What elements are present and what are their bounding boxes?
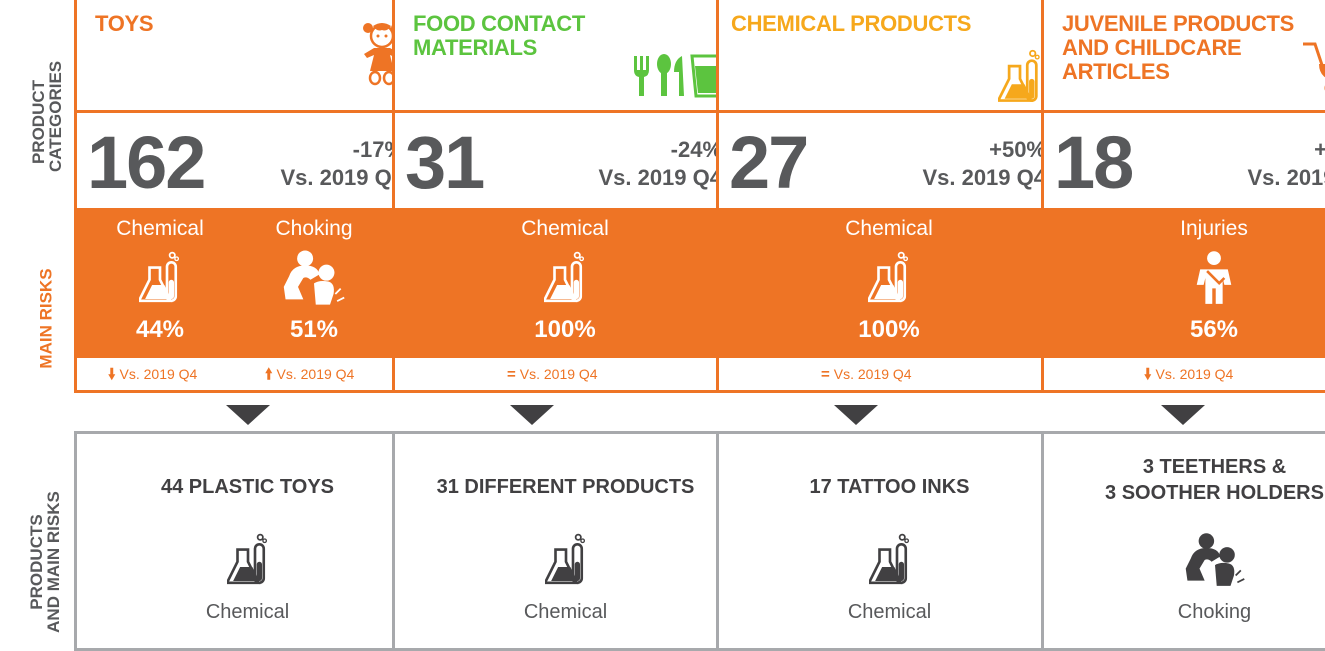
product-risk: Chemical: [523, 601, 608, 623]
risk-name: Injuries: [1180, 217, 1248, 240]
separator: [77, 110, 418, 113]
trend-row: 🠛 Vs. 2019 Q4: [1044, 358, 1325, 390]
change-vs: Vs. 2019 Q4: [598, 165, 722, 190]
risk-chemical: Chemical 100%: [814, 208, 964, 346]
lab-flask-icon: [719, 532, 1060, 588]
category-card: TOYS 162 -17% Vs. 2019 Q4 Chemical 44% C…: [74, 0, 421, 393]
product-risk: Choking: [1177, 601, 1252, 623]
product-title: 31 DIFFERENT PRODUCTS: [436, 476, 695, 498]
notification-count: 31: [405, 121, 485, 204]
change-vs: Vs. 2019 Q4: [1247, 165, 1325, 190]
change-block: +50% Vs. 2019 Q4: [1247, 136, 1325, 192]
risk-percent: 44%: [135, 316, 185, 343]
change-percent: -17%: [352, 137, 404, 162]
risk-injuries: Injuries 56%: [1139, 208, 1289, 346]
product-box: 17 TATTOO INKS Chemical: [716, 431, 1063, 651]
choking-icon: [1044, 532, 1325, 588]
category-title: FOOD CONTACT MATERIALS: [413, 11, 585, 60]
product-title: 44 PLASTIC TOYS: [160, 476, 334, 498]
category-title: JUVENILE PRODUCTS AND CHILDCARE ARTICLES: [1062, 11, 1295, 84]
flow-arrow-icon: [510, 405, 554, 425]
risk-chemical: Chemical 44%: [85, 208, 235, 346]
risk-percent: 100%: [858, 316, 920, 343]
change-block: -24% Vs. 2019 Q4: [598, 136, 722, 192]
trend-equal: = Vs. 2019 Q4: [507, 366, 598, 383]
category-card: JUVENILE PRODUCTS AND CHILDCARE ARTICLES…: [1041, 0, 1325, 393]
trend-row: = Vs. 2019 Q4: [719, 358, 1060, 390]
lab-flask-icon: [490, 244, 640, 312]
risk-name: Chemical: [116, 217, 204, 240]
change-percent: +50%: [1314, 137, 1325, 162]
trend-up: 🠙 Vs. 2019 Q4: [265, 366, 355, 383]
trend-row: = Vs. 2019 Q4: [395, 358, 736, 390]
risk-percent: 51%: [289, 316, 339, 343]
main-risks-band: Injuries 56%: [1044, 208, 1325, 358]
row-label-main-risks: MAIN RISKS: [36, 268, 56, 369]
category-title: TOYS: [95, 11, 154, 36]
category-card: CHEMICAL PRODUCTS 27 +50% Vs. 2019 Q4 Ch…: [716, 0, 1063, 393]
change-percent: -24%: [670, 137, 722, 162]
trend-row: 🠛 Vs. 2019 Q4 🠙 Vs. 2019 Q4: [77, 358, 418, 390]
arrow-down-icon: 🠛: [1144, 366, 1152, 383]
main-risks-band: Chemical 100%: [395, 208, 736, 358]
lab-flask-icon: [395, 532, 736, 588]
risk-choking: Choking 51%: [239, 208, 389, 346]
separator: [1044, 110, 1325, 113]
product-title: 17 TATTOO INKS: [809, 476, 970, 498]
category-box: FOOD CONTACT MATERIALS: [395, 0, 736, 110]
arrow-down-icon: 🠛: [108, 366, 116, 383]
chemistry-icon: [998, 48, 1042, 111]
risk-percent: 56%: [1189, 316, 1239, 343]
stroller-icon: [1301, 34, 1325, 101]
flow-arrow-icon: [1161, 405, 1205, 425]
trend-down: 🠛 Vs. 2019 Q4: [1144, 366, 1234, 383]
change-block: -17% Vs. 2019 Q4: [280, 136, 404, 192]
notification-count: 27: [729, 121, 809, 204]
risk-name: Chemical: [521, 217, 609, 240]
separator: [719, 110, 1060, 113]
product-risk: Chemical: [847, 601, 932, 623]
product-risk: Chemical: [205, 601, 290, 623]
category-title: CHEMICAL PRODUCTS: [731, 11, 972, 36]
lab-flask-icon: [85, 244, 235, 312]
lab-flask-icon: [814, 244, 964, 312]
risk-percent: 100%: [534, 316, 596, 343]
flow-arrow-icon: [834, 405, 878, 425]
row-label-product-categories: PRODUCT CATEGORIES: [29, 60, 65, 172]
equal-icon: =: [821, 366, 830, 383]
lab-flask-icon: [77, 532, 418, 588]
main-risks-band: Chemical 100%: [719, 208, 1060, 358]
product-box: 31 DIFFERENT PRODUCTS Chemical: [392, 431, 739, 651]
change-block: +50% Vs. 2019 Q4: [922, 136, 1046, 192]
risk-chemical: Chemical 100%: [490, 208, 640, 346]
separator: [395, 110, 736, 113]
change-vs: Vs. 2019 Q4: [922, 165, 1046, 190]
notification-count: 162: [87, 121, 206, 204]
arrow-up-icon: 🠙: [265, 366, 273, 383]
product-box: 44 PLASTIC TOYS Chemical: [74, 431, 421, 651]
category-box: TOYS: [77, 0, 418, 110]
category-card: FOOD CONTACT MATERIALS 31 -24% Vs. 2019 …: [392, 0, 739, 393]
equal-icon: =: [507, 366, 516, 383]
risk-name: Chemical: [845, 217, 933, 240]
change-vs: Vs. 2019 Q4: [280, 165, 404, 190]
product-title: 3 TEETHERS & 3 SOOTHER HOLDERS: [1105, 456, 1324, 504]
category-box: CHEMICAL PRODUCTS: [719, 0, 1060, 110]
trend-equal: = Vs. 2019 Q4: [821, 366, 912, 383]
trend-down: 🠛 Vs. 2019 Q4: [108, 366, 198, 383]
flow-arrow-icon: [226, 405, 270, 425]
choking-icon: [239, 244, 389, 312]
notification-count: 18: [1054, 121, 1134, 204]
category-box: JUVENILE PRODUCTS AND CHILDCARE ARTICLES: [1044, 0, 1325, 110]
risk-name: Choking: [275, 217, 353, 240]
injury-icon: [1139, 244, 1289, 312]
cutlery-glass-icon: [630, 52, 726, 103]
main-risks-band: Chemical 44% Choking 51%: [77, 208, 418, 358]
product-box: 3 TEETHERS & 3 SOOTHER HOLDERS Choking: [1041, 431, 1325, 651]
row-label-products-main-risks: PRODUCTS AND MAIN RISKS: [27, 491, 63, 633]
change-percent: +50%: [989, 137, 1046, 162]
